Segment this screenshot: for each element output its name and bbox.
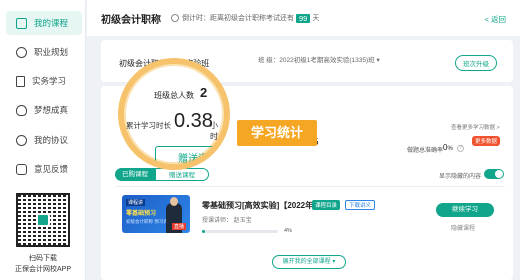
sidebar-item-practice[interactable]: 实务学习 <box>6 69 82 93</box>
course-progress-bar <box>202 230 278 233</box>
accuracy-label: 做题总准确率 <box>407 148 444 154</box>
hide-course-link[interactable]: 隐藏课程 <box>451 223 475 232</box>
exam-countdown: 倒计时：距离初级会计职称考试还有 99 天 <box>182 13 319 23</box>
live-badge: 直播 <box>171 223 186 230</box>
qr-caption: 扫码下载 <box>29 255 57 262</box>
study-stats-banner: 学习统计 <box>237 120 317 146</box>
class-total-value: 2 <box>200 85 208 100</box>
chat-icon <box>16 163 27 175</box>
class-selector[interactable]: 班 级：2022初级1考期高效实验(1335)班 ▾ <box>258 54 380 64</box>
divider <box>115 186 505 187</box>
sidebar-item-career-planning[interactable]: 职业规划 <box>6 40 82 64</box>
sidebar-item-my-courses[interactable]: 我的课程 <box>6 11 82 35</box>
show-hidden-label: 显示隐藏的内容 <box>439 174 482 180</box>
upgrade-class-button[interactable]: 班次升级 <box>455 55 497 71</box>
tab-purchased[interactable]: 已购课程 <box>115 168 155 181</box>
sidebar-item-label: 梦想成真 <box>34 105 69 115</box>
sidebar-item-agreements[interactable]: 我的协议 <box>6 128 82 152</box>
course-thumbnail[interactable]: 课程讲 零基础预习 初级会计职称 预习课程 直播 <box>122 195 190 233</box>
document-icon <box>16 75 25 87</box>
thumb-tag: 课程讲 <box>126 199 146 206</box>
sidebar: 我的课程 职业规划 实务学习 梦想成真 我的协议 意见反馈 扫码下载 正保会计网… <box>0 0 86 280</box>
countdown-prefix: 倒计时：距离初级会计职称考试还有 <box>182 15 294 22</box>
tab-gifted[interactable]: 赠送课程 <box>155 168 209 181</box>
lightbulb-icon <box>16 104 27 116</box>
more-data-badge[interactable]: 更多数据 <box>472 136 501 146</box>
download-notes-badge[interactable]: 下载讲义 <box>345 200 376 210</box>
back-link[interactable]: < 返回 <box>485 14 506 25</box>
accuracy-unit: % <box>447 146 453 152</box>
thumb-title: 零基础预习 <box>126 211 157 217</box>
study-time-value: 0.38 <box>174 110 213 132</box>
app-qr-code <box>16 193 70 247</box>
class-total-label: 班级总人数 <box>154 91 194 100</box>
qr-caption-app-name: 正保会计网校APP <box>14 266 71 273</box>
app-logo-icon <box>36 213 50 227</box>
course-title[interactable]: 零基础预习[高效实验]【2022年】 <box>202 200 321 211</box>
help-icon[interactable]: ? <box>457 145 464 152</box>
clock-icon <box>171 14 179 22</box>
sidebar-item-label: 意见反馈 <box>34 164 69 174</box>
countdown-suffix: 天 <box>312 15 320 22</box>
show-hidden-toggle[interactable] <box>484 169 504 179</box>
page-title: 初级会计职称 <box>101 14 161 26</box>
more-study-data-link[interactable]: 查看更多学习数据 > <box>451 123 500 131</box>
gift-course-tab[interactable]: 赠送课 <box>155 146 215 164</box>
sidebar-item-dreams[interactable]: 梦想成真 <box>6 98 82 122</box>
sidebar-item-label: 我的课程 <box>34 18 69 28</box>
clock-icon <box>16 134 27 146</box>
course-tabs: 已购课程 赠送课程 <box>115 168 209 181</box>
progress-fill <box>202 230 206 233</box>
study-time-unit: 小时 <box>210 121 218 141</box>
page-header: 初级会计职称 倒计时：距离初级会计职称考试还有 99 天 < 返回 <box>87 0 520 36</box>
target-icon <box>16 46 27 58</box>
countdown-days: 99 <box>296 13 311 23</box>
course-catalog-badge[interactable]: 课程目录 <box>312 200 341 210</box>
magnifier-overlay: 班级总人数 2 累计学习时长 0.38 小时 赠送课 <box>118 58 230 170</box>
sidebar-item-label: 我的协议 <box>34 135 69 145</box>
sidebar-item-label: 实务学习 <box>32 76 67 86</box>
sidebar-item-feedback[interactable]: 意见反馈 <box>6 157 82 181</box>
lecturer: 授课讲师： 赵玉宝 <box>202 218 252 224</box>
accuracy-value: 0% <box>443 143 453 152</box>
continue-learning-button[interactable]: 继续学习 <box>436 203 494 217</box>
home-icon <box>16 17 27 29</box>
expand-all-courses-button[interactable]: 展开我的全部课程 ▾ <box>272 255 346 269</box>
progress-text: 4% <box>284 228 292 234</box>
sidebar-item-label: 职业规划 <box>34 47 69 57</box>
study-time-label: 累计学习时长 <box>126 121 171 130</box>
